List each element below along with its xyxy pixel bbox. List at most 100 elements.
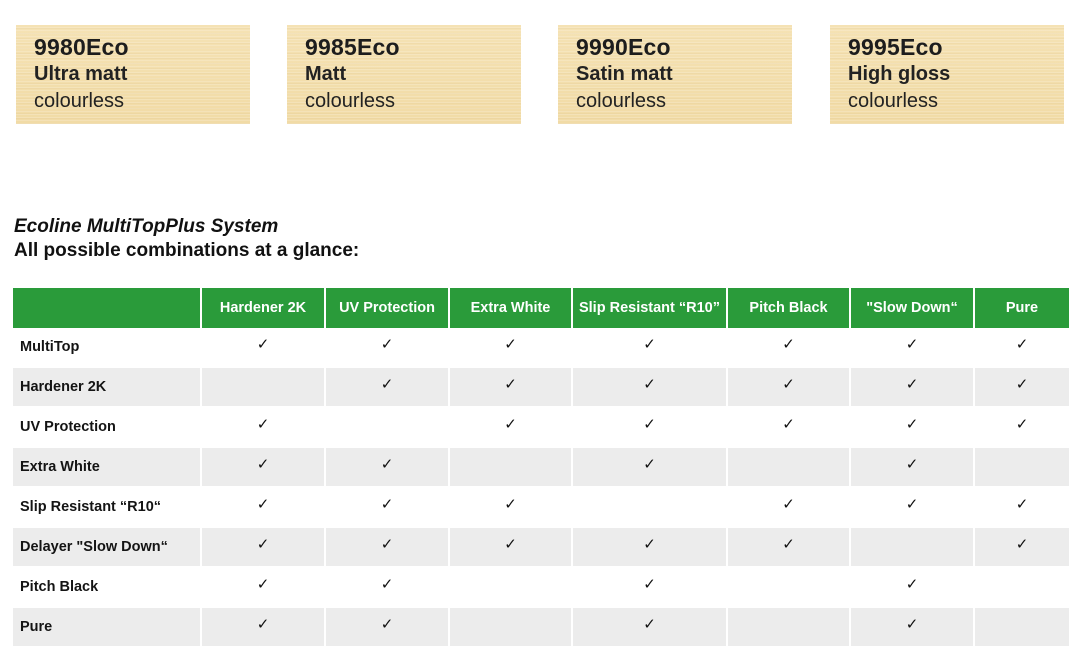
checkmark-icon: ✓ bbox=[380, 335, 394, 353]
table-cell: ✓ bbox=[326, 448, 448, 486]
table-cell: ✓ bbox=[851, 328, 973, 366]
column-header-hardener-2k: Hardener 2K bbox=[202, 288, 324, 328]
column-header-slow-down: "Slow Down“ bbox=[851, 288, 973, 328]
checkmark-icon: ✓ bbox=[1015, 335, 1029, 353]
table-cell bbox=[728, 448, 849, 486]
table-cell: ✓ bbox=[851, 568, 973, 606]
table-cell: ✓ bbox=[326, 488, 448, 526]
checkmark-icon: ✓ bbox=[256, 415, 270, 433]
row-label: MultiTop bbox=[13, 328, 200, 366]
checkmark-icon: ✓ bbox=[256, 615, 270, 633]
column-header-extra-white: Extra White bbox=[450, 288, 571, 328]
table-cell: ✓ bbox=[573, 328, 726, 366]
product-color: colourless bbox=[34, 90, 125, 112]
checkmark-icon: ✓ bbox=[643, 615, 656, 633]
table-cell: ✓ bbox=[573, 528, 726, 566]
table-cell: ✓ bbox=[202, 448, 324, 486]
table-cell bbox=[728, 568, 849, 606]
checkmark-icon: ✓ bbox=[905, 415, 919, 433]
product-code: 9985Eco bbox=[305, 34, 400, 60]
checkmark-icon: ✓ bbox=[905, 495, 919, 513]
checkmark-icon: ✓ bbox=[1015, 415, 1029, 433]
product-finish: High gloss bbox=[848, 63, 951, 85]
column-header-pure: Pure bbox=[975, 288, 1069, 328]
row-label: Extra White bbox=[13, 448, 200, 486]
table-row: Slip Resistant “R10“ ✓ ✓ ✓ ✓ ✓ ✓ bbox=[13, 488, 1069, 528]
row-label: Pitch Black bbox=[13, 568, 200, 606]
checkmark-icon: ✓ bbox=[782, 415, 795, 433]
table-cell bbox=[326, 408, 448, 446]
row-label: Slip Resistant “R10“ bbox=[13, 488, 200, 526]
checkmark-icon: ✓ bbox=[782, 375, 795, 393]
checkmark-icon: ✓ bbox=[643, 415, 656, 433]
table-cell: ✓ bbox=[851, 408, 973, 446]
product-swatch-9995eco: 9995Eco High gloss colourless bbox=[830, 25, 1064, 124]
product-swatch-9985eco: 9985Eco Matt colourless bbox=[287, 25, 521, 124]
table-cell bbox=[728, 608, 849, 646]
column-header-pitch-black: Pitch Black bbox=[728, 288, 849, 328]
checkmark-icon: ✓ bbox=[643, 335, 656, 353]
table-cell: ✓ bbox=[851, 608, 973, 646]
table-cell: ✓ bbox=[573, 408, 726, 446]
checkmark-icon: ✓ bbox=[905, 375, 919, 393]
checkmark-icon: ✓ bbox=[643, 375, 656, 393]
table-cell: ✓ bbox=[202, 488, 324, 526]
table-cell: ✓ bbox=[326, 608, 448, 646]
table-cell: ✓ bbox=[326, 568, 448, 606]
product-swatch-9990eco: 9990Eco Satin matt colourless bbox=[558, 25, 792, 124]
row-label: Hardener 2K bbox=[13, 368, 200, 406]
table-cell: ✓ bbox=[975, 328, 1069, 366]
table-cell bbox=[450, 568, 571, 606]
column-header-empty bbox=[13, 288, 200, 328]
table-cell: ✓ bbox=[202, 608, 324, 646]
product-color: colourless bbox=[848, 90, 939, 112]
checkmark-icon: ✓ bbox=[1015, 375, 1029, 393]
checkmark-icon: ✓ bbox=[504, 415, 517, 433]
table-cell: ✓ bbox=[975, 488, 1069, 526]
product-finish: Satin matt bbox=[576, 63, 673, 85]
table-cell: ✓ bbox=[851, 448, 973, 486]
table-cell: ✓ bbox=[851, 488, 973, 526]
table-cell: ✓ bbox=[326, 528, 448, 566]
checkmark-icon: ✓ bbox=[256, 455, 270, 473]
table-body: MultiTop ✓ ✓ ✓ ✓ ✓ ✓ ✓ Hardener 2K ✓ ✓ ✓ ✓ ✓ ✓ UV Prote… bbox=[13, 328, 1069, 648]
product-swatch-9980eco: 9980Eco Ultra matt colourless bbox=[16, 25, 250, 124]
checkmark-icon: ✓ bbox=[380, 455, 394, 473]
table-header-row: Hardener 2K UV Protection Extra White Sl… bbox=[13, 288, 1069, 328]
checkmark-icon: ✓ bbox=[380, 495, 394, 513]
table-cell: ✓ bbox=[851, 368, 973, 406]
table-row: Extra White ✓ ✓ ✓ ✓ bbox=[13, 448, 1069, 488]
table-cell: ✓ bbox=[450, 328, 571, 366]
row-label: UV Protection bbox=[13, 408, 200, 446]
checkmark-icon: ✓ bbox=[782, 335, 795, 353]
product-color: colourless bbox=[305, 90, 396, 112]
table-row: UV Protection ✓ ✓ ✓ ✓ ✓ ✓ bbox=[13, 408, 1069, 448]
product-finish: Ultra matt bbox=[34, 63, 128, 85]
table-cell bbox=[450, 448, 571, 486]
table-row: Pure ✓ ✓ ✓ ✓ bbox=[13, 608, 1069, 648]
checkmark-icon: ✓ bbox=[905, 455, 919, 473]
table-cell bbox=[851, 528, 973, 566]
table-cell: ✓ bbox=[573, 608, 726, 646]
checkmark-icon: ✓ bbox=[380, 615, 394, 633]
table-cell: ✓ bbox=[326, 328, 448, 366]
checkmark-icon: ✓ bbox=[504, 335, 517, 353]
product-code: 9980Eco bbox=[34, 34, 129, 60]
checkmark-icon: ✓ bbox=[643, 575, 656, 593]
checkmark-icon: ✓ bbox=[380, 575, 394, 593]
table-cell bbox=[450, 608, 571, 646]
checkmark-icon: ✓ bbox=[1015, 495, 1029, 513]
table-cell: ✓ bbox=[450, 408, 571, 446]
table-cell: ✓ bbox=[728, 488, 849, 526]
table-cell bbox=[202, 368, 324, 406]
system-title: Ecoline MultiTopPlus System bbox=[14, 216, 279, 237]
table-row: Pitch Black ✓ ✓ ✓ ✓ bbox=[13, 568, 1069, 608]
table-cell: ✓ bbox=[975, 368, 1069, 406]
table-cell: ✓ bbox=[202, 328, 324, 366]
checkmark-icon: ✓ bbox=[256, 495, 270, 513]
table-row: Delayer "Slow Down“ ✓ ✓ ✓ ✓ ✓ ✓ bbox=[13, 528, 1069, 568]
checkmark-icon: ✓ bbox=[643, 455, 656, 473]
system-subtitle: All possible combinations at a glance: bbox=[14, 240, 360, 261]
checkmark-icon: ✓ bbox=[905, 335, 919, 353]
checkmark-icon: ✓ bbox=[380, 535, 394, 553]
